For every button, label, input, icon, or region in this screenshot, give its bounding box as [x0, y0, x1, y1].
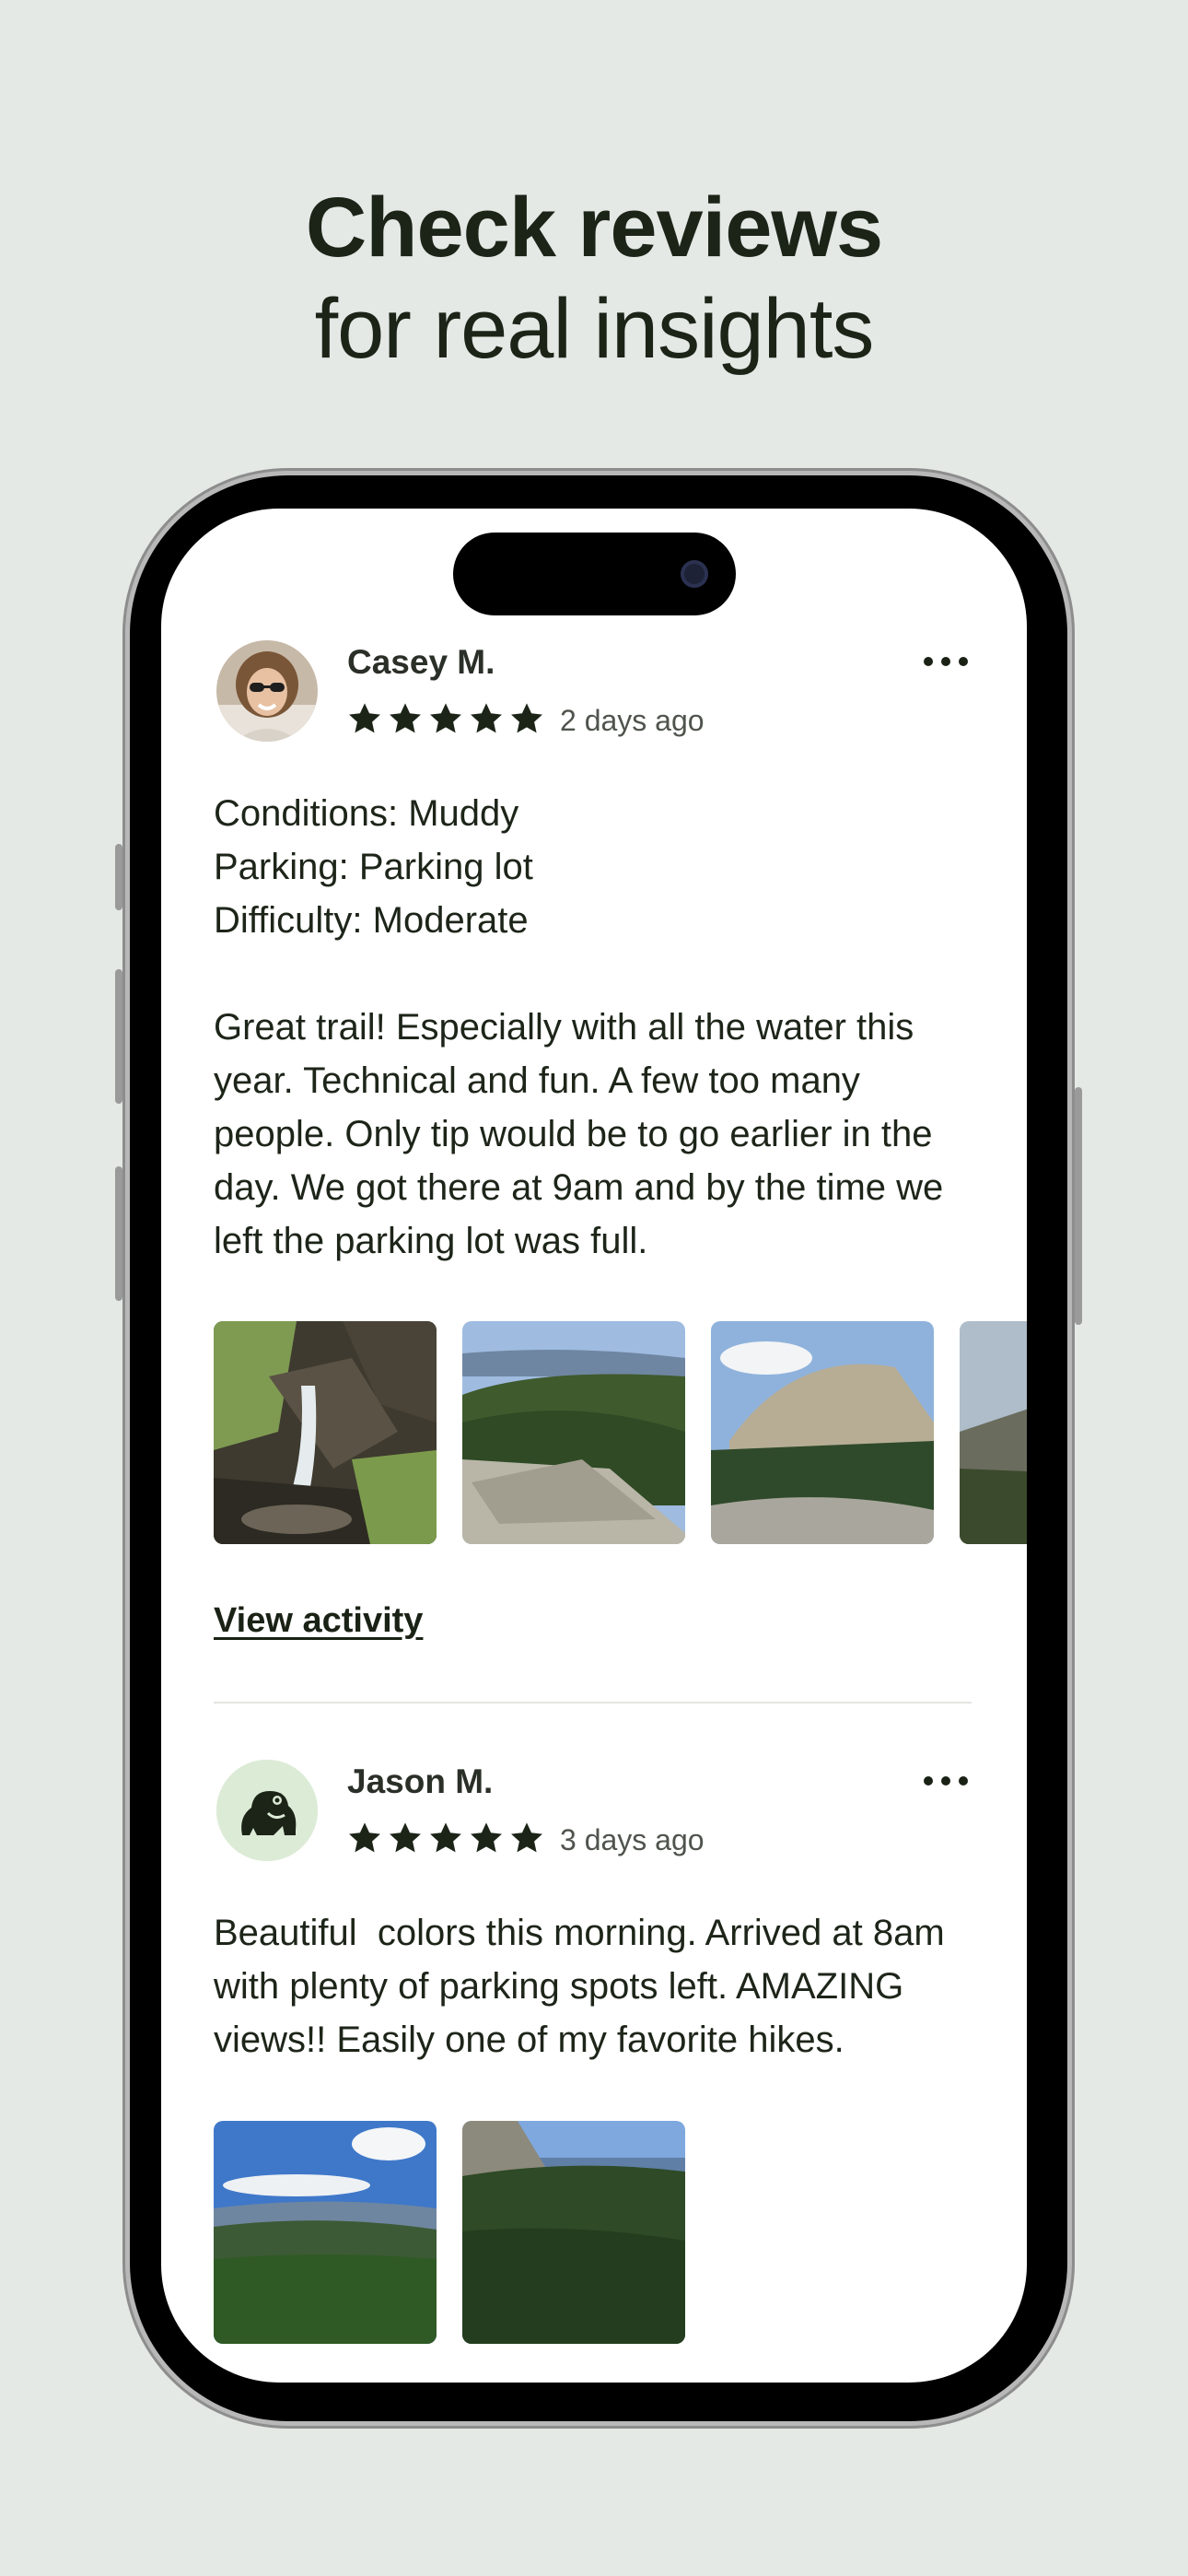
dynamic-island: [453, 533, 736, 615]
phone-power-button: [1075, 1087, 1082, 1325]
more-options-icon[interactable]: [924, 1776, 968, 1786]
reviewer-name[interactable]: Casey M.: [347, 643, 495, 682]
star-icon: [349, 1822, 380, 1853]
star-icon: [349, 703, 380, 733]
star-icon: [430, 1822, 461, 1853]
review-time: 3 days ago: [560, 1823, 705, 1856]
reviewer-name[interactable]: Jason M.: [347, 1762, 493, 1801]
star-icon: [511, 1822, 542, 1853]
phone-action-button: [115, 844, 122, 910]
star-icon: [430, 703, 461, 733]
review-parking: Parking: Parking lot: [214, 847, 533, 887]
star-icon: [471, 703, 502, 733]
review-body: Great trail! Especially with all the wat…: [214, 1007, 944, 1261]
review-difficulty: Difficulty: Moderate: [214, 900, 529, 941]
avatar[interactable]: [216, 640, 318, 742]
rating-stars: [347, 1821, 544, 1856]
headline-subtitle: for real insights: [314, 282, 875, 376]
phone-volume-up-button: [115, 969, 122, 1104]
review-time: 2 days ago: [560, 704, 705, 737]
star-icon: [471, 1822, 502, 1853]
review-photo[interactable]: [462, 1321, 685, 1544]
view-activity-link[interactable]: View activity: [214, 1601, 423, 1641]
review-photo[interactable]: [960, 1321, 1027, 1544]
camera-icon: [681, 560, 708, 588]
headline-title: Check reviews: [305, 181, 883, 275]
phone-screen: Casey M. 2 days ago Conditions: Muddy Pa…: [161, 509, 1027, 2383]
review-divider: [214, 1702, 972, 1704]
star-icon: [390, 703, 421, 733]
avatar[interactable]: [216, 1760, 318, 1861]
review-photo[interactable]: [214, 1321, 437, 1544]
more-options-icon[interactable]: [924, 657, 968, 666]
review-conditions: Conditions: Muddy: [214, 793, 519, 834]
rating-stars: [347, 701, 544, 736]
star-icon: [511, 703, 542, 733]
phone-volume-down-button: [115, 1166, 122, 1301]
review-photo[interactable]: [462, 2121, 685, 2344]
review-body: Beautiful colors this morning. Arrived a…: [214, 1913, 955, 2060]
frog-icon: [216, 1760, 318, 1861]
review-photo[interactable]: [214, 2121, 437, 2344]
review-photo[interactable]: [711, 1321, 934, 1544]
star-icon: [390, 1822, 421, 1853]
